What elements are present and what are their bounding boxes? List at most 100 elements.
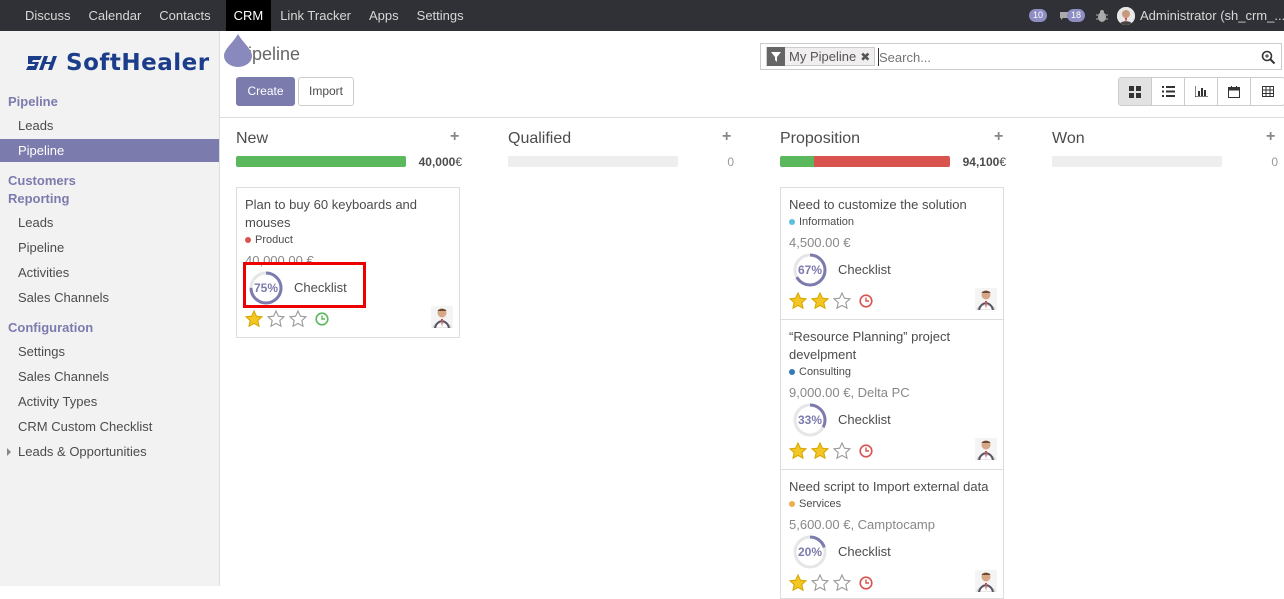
card-title: Need to customize the solution — [789, 197, 967, 212]
calendar-view-button[interactable] — [1218, 78, 1251, 105]
salesperson-avatar[interactable] — [975, 438, 997, 460]
priority-stars — [789, 292, 855, 310]
search-input[interactable] — [878, 48, 1248, 66]
salesperson-avatar[interactable] — [975, 570, 997, 592]
priority-star-icon[interactable] — [833, 442, 851, 460]
sidebar-item-pipeline[interactable]: Pipeline — [0, 139, 219, 162]
section-reporting[interactable]: Reporting — [8, 191, 69, 206]
tag-color-dot — [789, 369, 795, 375]
priority-star-icon[interactable] — [267, 310, 285, 328]
sidebar-item-sales-channels[interactable]: Sales Channels — [0, 286, 219, 309]
menu-link-tracker[interactable]: Link Tracker — [271, 0, 360, 31]
sidebar-item-activities[interactable]: Activities — [0, 261, 219, 284]
card-title: Plan to buy 60 keyboards and mouses — [245, 197, 418, 230]
priority-star-icon[interactable] — [811, 574, 829, 592]
priority-star-icon[interactable] — [789, 574, 807, 592]
progress-green[interactable] — [780, 156, 814, 167]
search-bar: My Pipeline ✖ — [760, 43, 1282, 70]
sidebar: SoftHealer Pipeline Leads Pipeline Custo… — [0, 31, 220, 586]
quick-create-icon[interactable]: + — [722, 128, 731, 146]
column-title[interactable]: Proposition — [780, 130, 860, 148]
column-progress-bar[interactable] — [1052, 156, 1222, 167]
column-progress-bar[interactable] — [780, 156, 950, 167]
sidebar-item-reporting-leads[interactable]: Leads — [0, 211, 219, 234]
bug-icon[interactable] — [1095, 9, 1109, 23]
sidebar-item-activity-types[interactable]: Activity Types — [0, 390, 219, 413]
sidebar-item-reporting-pipeline[interactable]: Pipeline — [0, 236, 219, 259]
sidebar-item-settings[interactable]: Settings — [0, 340, 219, 363]
checklist-label[interactable]: Checklist — [838, 412, 891, 427]
section-pipeline[interactable]: Pipeline — [8, 94, 58, 109]
salesperson-avatar[interactable] — [431, 306, 453, 328]
priority-star-icon[interactable] — [833, 292, 851, 310]
create-button[interactable]: Create — [236, 77, 295, 106]
activity-clock-icon[interactable] — [859, 294, 873, 308]
priority-star-icon[interactable] — [245, 310, 263, 328]
card-title: Need script to Import external data — [789, 479, 989, 494]
menu-contacts[interactable]: Contacts — [150, 0, 219, 31]
menu-settings[interactable]: Settings — [408, 0, 473, 31]
app-menu: Discuss Calendar Contacts CRM Link Track… — [0, 0, 473, 31]
priority-star-icon[interactable] — [789, 442, 807, 460]
progress-green[interactable] — [236, 156, 406, 167]
quick-create-icon[interactable]: + — [1266, 128, 1275, 146]
progress-red[interactable] — [814, 156, 950, 167]
sidebar-item-crm-custom-checklist[interactable]: CRM Custom Checklist — [0, 415, 219, 438]
column-progress-bar[interactable] — [508, 156, 678, 167]
activity-clock-icon[interactable] — [859, 444, 873, 458]
activity-button[interactable]: 10 — [1029, 8, 1049, 23]
sidebar-item-leads[interactable]: Leads — [0, 114, 219, 137]
column-title[interactable]: Won — [1052, 130, 1085, 148]
message-count-badge: 18 — [1067, 8, 1086, 22]
priority-star-icon[interactable] — [789, 292, 807, 310]
section-configuration[interactable]: Configuration — [8, 320, 93, 335]
quick-create-icon[interactable]: + — [450, 128, 459, 146]
menu-discuss[interactable]: Discuss — [0, 0, 80, 31]
menu-apps[interactable]: Apps — [360, 0, 408, 31]
activity-clock-icon[interactable] — [315, 312, 329, 326]
card-tag: Services — [789, 498, 841, 510]
kanban-card[interactable]: “Resource Planning” project develpment Co… — [780, 319, 1004, 470]
highlight-box — [243, 262, 366, 308]
activity-clock-icon[interactable] — [859, 576, 873, 590]
kanban-card[interactable]: Need script to Import external data Servi… — [780, 469, 1004, 599]
sidebar-item-leads-opportunities[interactable]: Leads & Opportunities — [0, 440, 219, 463]
column-title[interactable]: Qualified — [508, 130, 571, 148]
priority-star-icon[interactable] — [811, 292, 829, 310]
pivot-view-button[interactable] — [1251, 78, 1284, 105]
checklist-label[interactable]: Checklist — [838, 544, 891, 559]
menu-calendar[interactable]: Calendar — [80, 0, 151, 31]
graph-view-button[interactable] — [1185, 78, 1218, 105]
import-button[interactable]: Import — [298, 77, 354, 106]
kanban-card[interactable]: Need to customize the solution Informatio… — [780, 187, 1004, 320]
checklist-label[interactable]: Checklist — [838, 262, 891, 277]
user-avatar[interactable] — [1117, 6, 1135, 25]
messaging-button[interactable]: 18 — [1060, 8, 1086, 23]
user-menu[interactable]: Administrator (sh_crm_... — [1140, 8, 1284, 23]
priority-star-icon[interactable] — [811, 442, 829, 460]
sidebar-item-label: Leads & Opportunities — [18, 444, 147, 459]
column-title[interactable]: New — [236, 130, 268, 148]
salesperson-avatar[interactable] — [975, 288, 997, 310]
company-logo: SoftHealer — [26, 50, 210, 76]
kanban-view-button[interactable] — [1119, 78, 1152, 105]
priority-star-icon[interactable] — [833, 574, 851, 592]
search-facet[interactable]: My Pipeline ✖ — [766, 47, 876, 66]
priority-star-icon[interactable] — [289, 310, 307, 328]
search-icon[interactable] — [1261, 50, 1276, 65]
softhealer-logo-mark — [26, 56, 57, 70]
tag-color-dot — [789, 219, 795, 225]
list-view-button[interactable] — [1152, 78, 1185, 105]
sidebar-item-config-sales-channels[interactable]: Sales Channels — [0, 365, 219, 388]
menu-crm[interactable]: CRM — [225, 0, 272, 31]
table-icon — [1261, 86, 1274, 97]
quick-create-icon[interactable]: + — [994, 128, 1003, 146]
priority-stars — [789, 442, 855, 460]
bar-chart-icon — [1194, 86, 1208, 97]
facet-label: My Pipeline — [789, 49, 857, 64]
section-customers[interactable]: Customers — [8, 173, 76, 188]
column-currency: € — [999, 155, 1006, 169]
remove-facet-icon[interactable]: ✖ — [860, 50, 874, 64]
column-progress-bar[interactable] — [236, 156, 406, 167]
view-switcher — [1118, 77, 1284, 106]
